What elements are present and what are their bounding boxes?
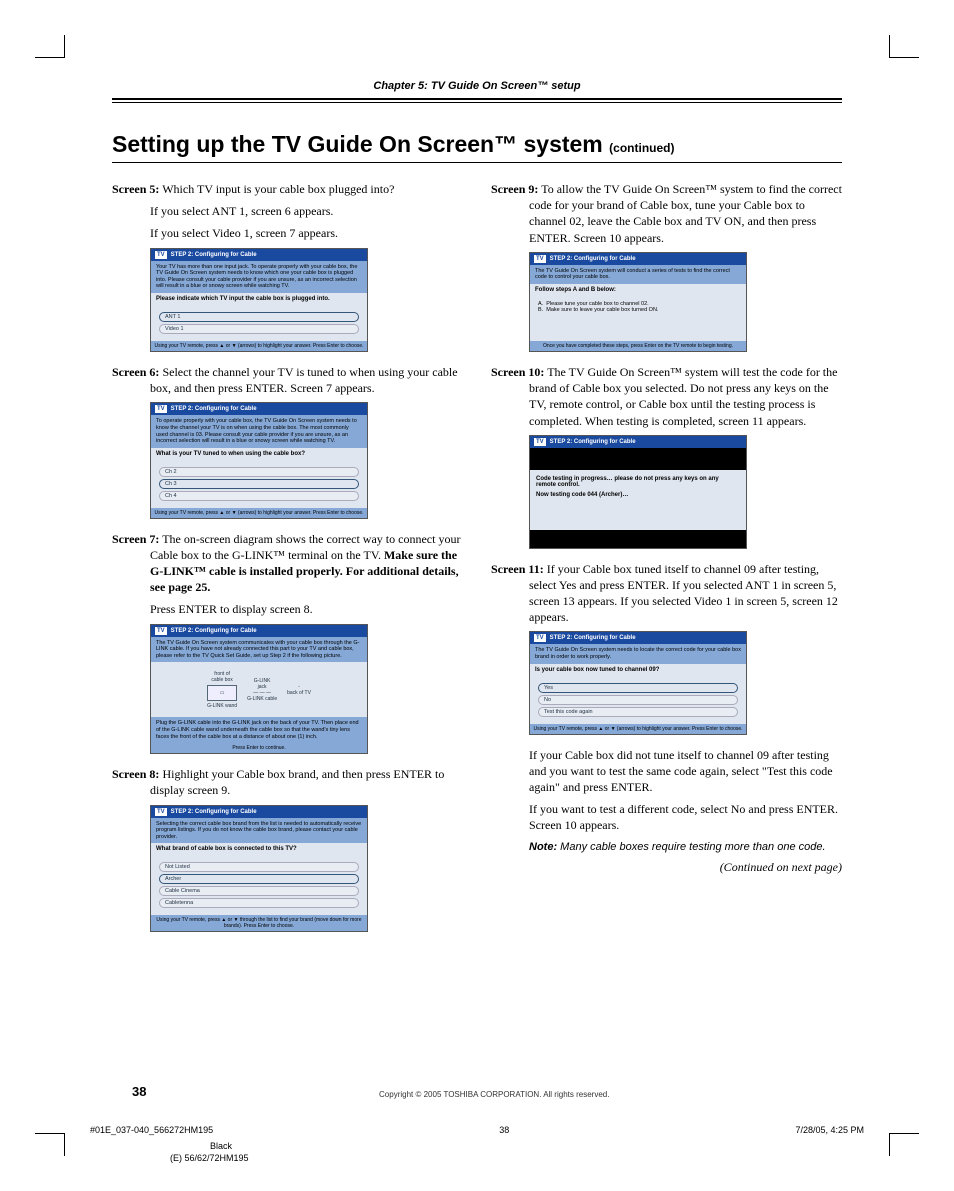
crop-mark <box>889 35 890 57</box>
option-notlisted: Not Listed <box>159 862 359 872</box>
after-text-2: If you want to test a different code, se… <box>491 801 842 833</box>
tv-guide-logo: TV <box>534 438 546 446</box>
glink-diagram: front of cable box ▭ G-LINK wand G-LINK … <box>151 662 367 717</box>
page-number: 38 <box>132 1084 146 1099</box>
option-cablecinema: Cable Cinema <box>159 886 359 896</box>
option-video1: Video 1 <box>159 324 359 334</box>
option-yes: Yes <box>538 683 738 693</box>
page-title: Setting up the TV Guide On Screen™ syste… <box>112 131 842 163</box>
crop-mark <box>64 35 65 57</box>
option-ant1: ANT 1 <box>159 312 359 322</box>
print-mid: 38 <box>499 1125 509 1135</box>
chapter-header: Chapter 5: TV Guide On Screen™ setup <box>112 80 842 98</box>
screenshot-6: TVSTEP 2: Configuring for Cable To opera… <box>150 402 368 518</box>
tv-guide-logo: TV <box>155 808 167 816</box>
print-model: (E) 56/62/72HM195 <box>170 1153 864 1163</box>
page-footer: 38 Copyright © 2005 TOSHIBA CORPORATION.… <box>132 1084 822 1099</box>
option-ch2: Ch 2 <box>159 467 359 477</box>
screen5-line3: If you select Video 1, screen 7 appears. <box>112 225 463 241</box>
print-file: #01E_037-040_566272HM195 <box>90 1125 213 1135</box>
tv-guide-logo: TV <box>155 251 167 259</box>
rule <box>112 98 842 100</box>
screenshot-8: TVSTEP 2: Configuring for Cable Selectin… <box>150 805 368 933</box>
crop-mark <box>889 1133 919 1134</box>
crop-mark <box>35 1133 65 1134</box>
crop-mark <box>889 57 919 58</box>
tv-guide-logo: TV <box>155 405 167 413</box>
left-column: Screen 5: Which TV input is your cable b… <box>112 181 463 944</box>
print-black: Black <box>210 1141 864 1151</box>
screen7-text: Screen 7: The on-screen diagram shows th… <box>112 531 463 596</box>
option-ch3: Ch 3 <box>159 479 359 489</box>
screenshot-5: TVSTEP 2: Configuring for Cable Your TV … <box>150 248 368 352</box>
screenshot-10: TVSTEP 2: Configuring for Cable Code tes… <box>529 435 747 549</box>
tv-guide-logo: TV <box>155 627 167 635</box>
screen6-text: Screen 6: Select the channel your TV is … <box>112 364 463 396</box>
title-main: Setting up the TV Guide On Screen™ syste… <box>112 131 609 157</box>
print-timestamp: 7/28/05, 4:25 PM <box>795 1125 864 1135</box>
continued-text: (Continued on next page) <box>491 860 842 875</box>
screen5-text: Screen 5: Which TV input is your cable b… <box>112 181 463 197</box>
crop-mark <box>889 1134 890 1156</box>
screenshot-9: TVSTEP 2: Configuring for Cable The TV G… <box>529 252 747 352</box>
tv-guide-logo: TV <box>534 255 546 263</box>
crop-mark <box>64 1134 65 1156</box>
note: Note: Many cable boxes require testing m… <box>529 840 842 855</box>
option-ch4: Ch 4 <box>159 491 359 501</box>
rule <box>112 102 842 103</box>
screen11-text: Screen 11: If your Cable box tuned itsel… <box>491 561 842 626</box>
tv-guide-logo: TV <box>534 634 546 642</box>
screen7-tail: Press ENTER to display screen 8. <box>112 601 463 617</box>
screen9-text: Screen 9: To allow the TV Guide On Scree… <box>491 181 842 246</box>
screenshot-11: TVSTEP 2: Configuring for Cable The TV G… <box>529 631 747 734</box>
title-continued: (continued) <box>609 141 674 155</box>
option-no: No <box>538 695 738 705</box>
right-column: Screen 9: To allow the TV Guide On Scree… <box>491 181 842 944</box>
screenshot-7: TVSTEP 2: Configuring for Cable The TV G… <box>150 624 368 755</box>
screen8-text: Screen 8: Highlight your Cable box brand… <box>112 766 463 798</box>
page-content: Chapter 5: TV Guide On Screen™ setup Set… <box>112 80 842 944</box>
crop-mark <box>35 57 65 58</box>
after-text-1: If your Cable box did not tune itself to… <box>491 747 842 796</box>
option-archer: Archer <box>159 874 359 884</box>
screen5-line2: If you select ANT 1, screen 6 appears. <box>112 203 463 219</box>
print-metadata: #01E_037-040_566272HM195 38 7/28/05, 4:2… <box>90 1125 864 1163</box>
option-cabletenna: Cabletenna <box>159 898 359 908</box>
option-test-again: Test this code again <box>538 707 738 717</box>
screen10-text: Screen 10: The TV Guide On Screen™ syste… <box>491 364 842 429</box>
copyright: Copyright © 2005 TOSHIBA CORPORATION. Al… <box>166 1090 822 1099</box>
